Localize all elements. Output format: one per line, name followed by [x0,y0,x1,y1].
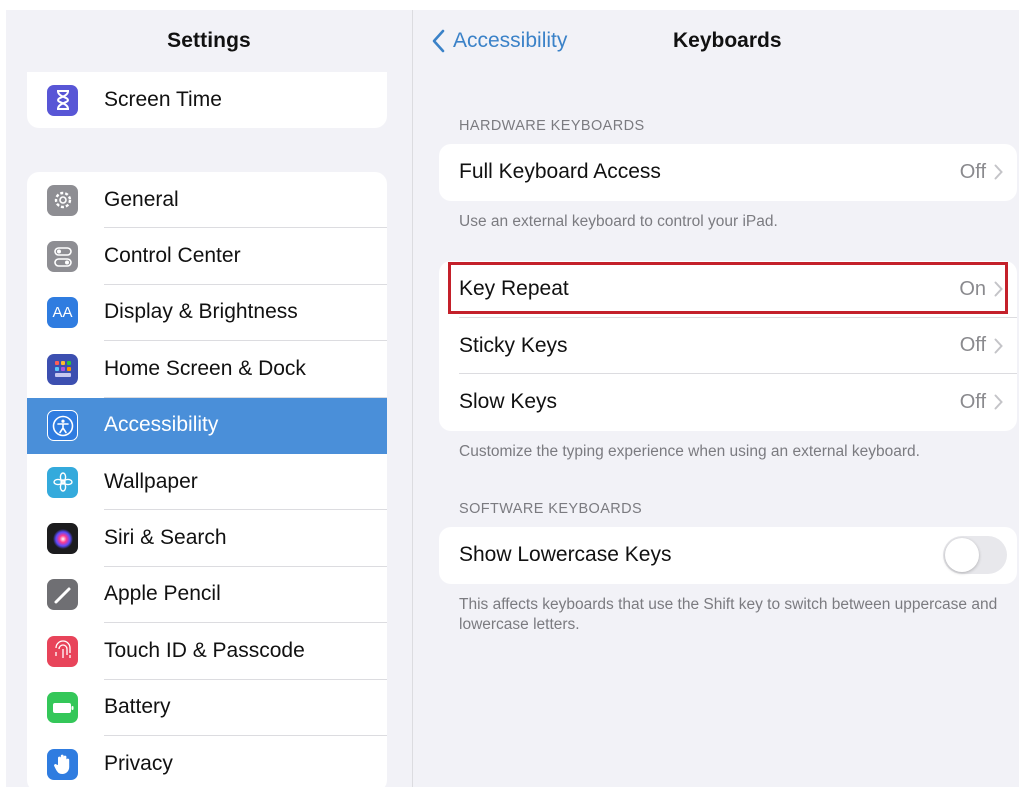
show-lowercase-keys-toggle[interactable] [943,536,1007,575]
sidebar-item-screen-time[interactable]: Screen Time [27,72,387,128]
flower-icon [47,466,78,498]
full-keyboard-access-row[interactable]: Full Keyboard Access Off [439,144,1017,201]
sidebar-item-display-brightness[interactable]: AA Display & Brightness [27,285,387,342]
hand-icon [47,748,78,780]
toggles-icon [47,241,78,273]
sidebar-group-main: General Control Center AA Display & Brig… [27,172,387,787]
full-keyboard-access-card: Full Keyboard Access Off [439,144,1017,201]
sidebar-item-touch-id-passcode[interactable]: Touch ID & Passcode [27,623,387,680]
keyboards-pane: Accessibility Keyboards HARDWARE KEYBOAR… [413,10,1019,787]
row-value: On [959,277,986,300]
back-label: Accessibility [453,29,568,52]
toggle-knob [945,538,979,573]
sidebar-item-label: Screen Time [104,88,222,112]
sidebar-item-home-screen-dock[interactable]: Home Screen & Dock [27,341,387,398]
sidebar-item-label: Display & Brightness [104,285,387,342]
battery-icon [47,692,78,724]
back-button[interactable]: Accessibility [431,10,567,72]
section-header-hardware: HARDWARE KEYBOARDS [459,118,645,134]
keyboard-options-card: Key Repeat On Sticky Keys Off Slow Keys … [439,261,1017,431]
chevron-right-icon [994,281,1003,297]
sidebar-item-label: Control Center [104,228,387,285]
gear-icon [47,184,78,216]
chevron-right-icon [994,164,1003,180]
row-label: Key Repeat [459,277,569,301]
full-keyboard-access-footer: Use an external keyboard to control your… [459,213,778,230]
section-header-software: SOFTWARE KEYBOARDS [459,501,643,517]
key-repeat-row[interactable]: Key Repeat On [439,261,1017,318]
sidebar: Settings Screen Time General Control Cen… [6,10,413,787]
sidebar-item-privacy[interactable]: Privacy [27,736,387,787]
sidebar-item-label: Accessibility [104,413,219,437]
sidebar-item-control-center[interactable]: Control Center [27,228,387,285]
sidebar-item-accessibility[interactable]: Accessibility [27,397,387,454]
sidebar-title: Settings [167,29,251,52]
row-value: Off [959,160,986,183]
sidebar-item-label: Siri & Search [104,510,387,567]
app-grid-icon [47,353,78,385]
fingerprint-icon [47,635,78,667]
sidebar-item-wallpaper[interactable]: Wallpaper [27,454,387,511]
hourglass-icon [47,84,78,116]
row-label: Full Keyboard Access [459,160,661,184]
sidebar-item-label: Privacy [104,752,173,776]
settings-window: Settings Screen Time General Control Cen… [6,10,1019,787]
nav-bar: Accessibility Keyboards [413,10,1019,72]
chevron-left-icon [432,29,445,53]
show-lowercase-keys-row: Show Lowercase Keys [439,527,1017,584]
sidebar-group-top: Screen Time [27,72,387,129]
sidebar-item-siri-search[interactable]: Siri & Search [27,510,387,567]
software-keyboards-footer: This affects keyboards that use the Shif… [459,596,998,633]
chevron-right-icon [994,394,1003,410]
chevron-right-icon [994,338,1003,354]
sticky-keys-row[interactable]: Sticky Keys Off [439,318,1017,375]
sidebar-item-label: Battery [104,680,387,736]
accessibility-icon [47,410,78,442]
sidebar-item-label: Apple Pencil [104,567,387,624]
slow-keys-row[interactable]: Slow Keys Off [439,374,1017,431]
sidebar-item-general[interactable]: General [27,172,387,229]
lowercase-keys-card: Show Lowercase Keys [439,527,1017,584]
sidebar-item-label: Touch ID & Passcode [104,623,387,680]
row-value: Off [959,390,986,413]
sidebar-item-battery[interactable]: Battery [27,680,387,736]
sidebar-item-label: Wallpaper [104,454,387,511]
sidebar-item-label: Home Screen & Dock [104,341,387,398]
siri-icon [47,523,78,555]
sidebar-item-apple-pencil[interactable]: Apple Pencil [27,567,387,624]
row-label: Slow Keys [459,390,558,414]
text-size-icon: AA [47,297,78,329]
pencil-icon [47,579,78,611]
row-value: Off [959,334,986,357]
row-label: Show Lowercase Keys [459,543,672,567]
row-label: Sticky Keys [459,333,568,357]
page-title: Keyboards [673,29,782,52]
keyboard-options-footer: Customize the typing experience when usi… [459,443,920,460]
sidebar-item-label: General [104,172,387,229]
